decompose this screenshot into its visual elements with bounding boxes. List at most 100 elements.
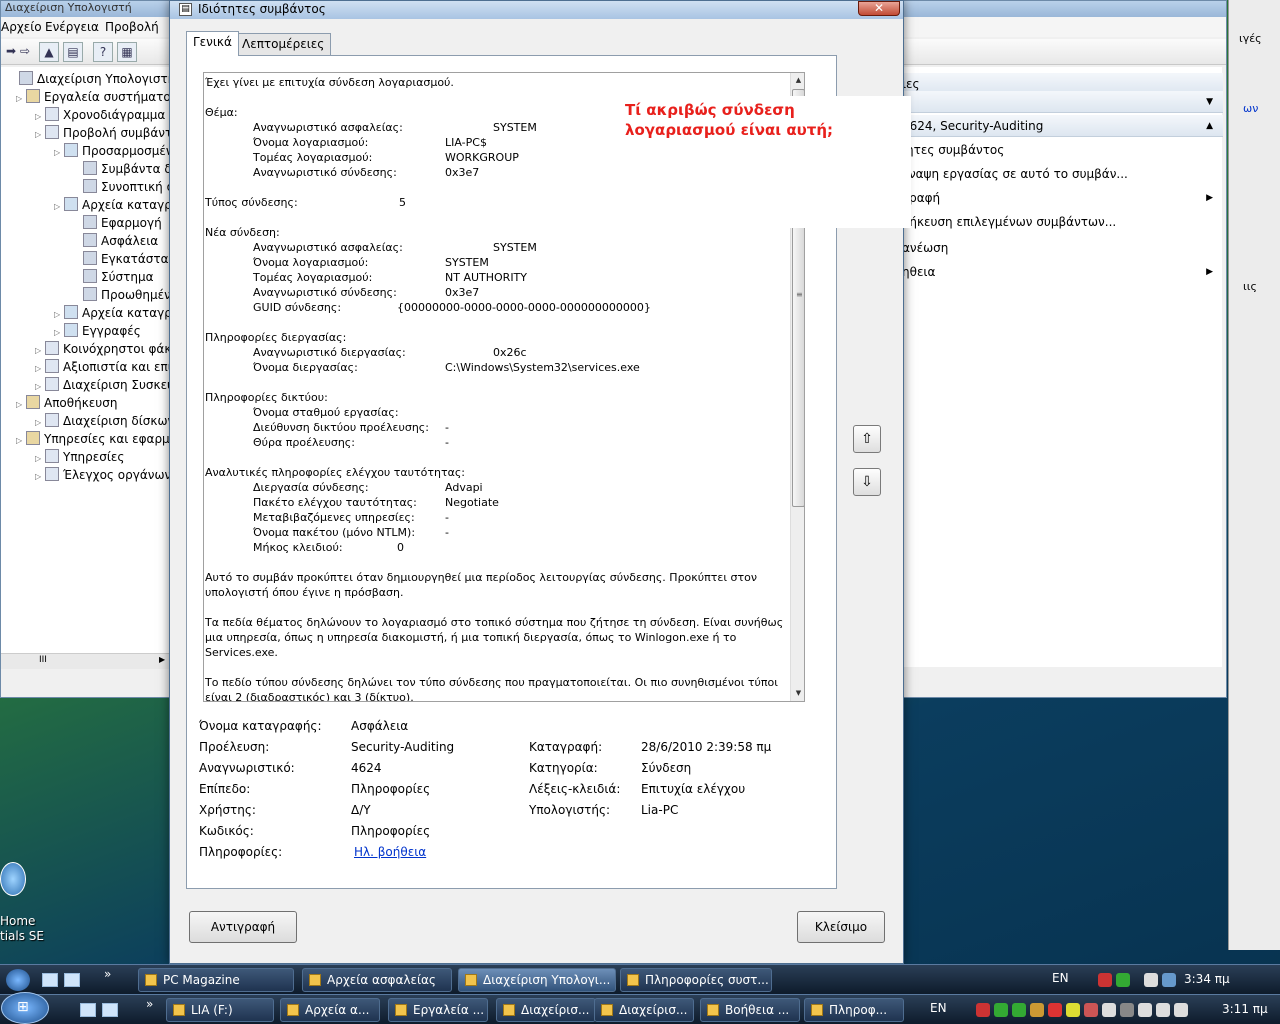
- tree-item[interactable]: ▷Κοινόχρηστοι φάκελοι: [35, 340, 169, 358]
- update-tray-icon[interactable]: [1066, 1003, 1080, 1017]
- properties-icon[interactable]: ▦: [117, 42, 137, 62]
- tree-item[interactable]: Εγκατάσταση: [73, 250, 169, 268]
- network-tray-icon[interactable]: [994, 1003, 1008, 1017]
- expand-toggle-icon[interactable]: ▷: [16, 90, 26, 108]
- previous-event-button[interactable]: ⇧: [853, 425, 881, 453]
- start-orb-icon[interactable]: [6, 969, 30, 991]
- taskbar-button[interactable]: Διαχείρισ...: [594, 998, 694, 1022]
- usb-tray-icon[interactable]: [1138, 1003, 1152, 1017]
- tree-item[interactable]: ▷ Εγγραφές: [54, 322, 141, 340]
- tree-item[interactable]: Σύστημα: [73, 268, 154, 286]
- show-desktop-icon[interactable]: [80, 1003, 96, 1017]
- scroll-down-icon[interactable]: ▼: [791, 686, 804, 700]
- shield-tray-icon[interactable]: [1030, 1003, 1044, 1017]
- bluetooth-tray-icon[interactable]: [1120, 1003, 1134, 1017]
- expand-toggle-icon[interactable]: ▷: [35, 126, 45, 144]
- security-tray-icon[interactable]: [976, 1003, 990, 1017]
- action-item[interactable]: ύναψη εργασίας σε αυτό το συμβάν...: [900, 163, 1223, 185]
- action-item[interactable]: ηθεια ▶: [900, 261, 1223, 283]
- tree-item[interactable]: ▷Αξιοπιστία και επιδόσε: [35, 358, 169, 376]
- action-item[interactable]: ιητες συμβάντος: [900, 139, 1223, 161]
- tree-item[interactable]: Ασφάλεια: [73, 232, 158, 250]
- next-event-button[interactable]: ⇩: [853, 468, 881, 496]
- expand-toggle-icon[interactable]: ▷: [35, 468, 45, 486]
- status-tray-icon[interactable]: [1012, 1003, 1026, 1017]
- taskbar-button[interactable]: Εργαλεία ...: [388, 998, 488, 1022]
- antivirus-tray-icon[interactable]: [1048, 1003, 1062, 1017]
- scroll-up-icon[interactable]: ▲: [791, 73, 804, 87]
- switch-windows-icon[interactable]: [102, 1003, 118, 1017]
- action-item[interactable]: 4624, Security-Auditing ▲: [900, 115, 1223, 137]
- action-item[interactable]: γραφή ▶: [900, 187, 1223, 209]
- tree-item[interactable]: ▷ Αποθήκευση: [16, 394, 117, 412]
- tree-item[interactable]: Προωθημένα σ: [73, 286, 169, 304]
- console-tree[interactable]: Διαχείριση Υπολογιστή (τοπικ ▷ Εργαλεία συ…: [1, 67, 170, 667]
- volume-tray-icon[interactable]: [1144, 973, 1158, 987]
- taskbar-button[interactable]: Πληροφ...: [804, 998, 904, 1022]
- taskbar-button[interactable]: Πληροφορίες συστ...: [620, 968, 772, 992]
- start-button[interactable]: ⊞: [1, 992, 49, 1024]
- clock[interactable]: 3:34 πμ: [1184, 972, 1230, 986]
- menu-view[interactable]: Προβολή: [105, 20, 159, 34]
- show-tree-icon[interactable]: ▤: [63, 42, 83, 62]
- action-item[interactable]: α▼: [900, 91, 1223, 113]
- alert-tray-icon[interactable]: [1084, 1003, 1098, 1017]
- help-icon[interactable]: ?: [93, 42, 113, 62]
- action-item[interactable]: θήκευση επιλεγμένων συμβάντων...: [900, 211, 1223, 233]
- tree-item[interactable]: ▷ Προβολή συμβάντων: [35, 124, 169, 144]
- tab-details[interactable]: Λεπτομέρειες: [235, 33, 332, 55]
- tree-item[interactable]: Εφαρμογή: [73, 214, 162, 232]
- expand-toggle-icon[interactable]: ▷: [16, 432, 26, 450]
- close-button[interactable]: Κλείσιμο: [797, 911, 885, 943]
- menu-file[interactable]: Αρχείο: [1, 20, 42, 34]
- power-tray-icon[interactable]: [1162, 973, 1176, 987]
- security-tray-icon[interactable]: [1098, 973, 1112, 987]
- volume-tray-icon[interactable]: [1174, 1003, 1188, 1017]
- tree-item[interactable]: ▷ Προσαρμοσμένες π: [54, 142, 169, 162]
- taskbar-button[interactable]: Διαχείριση Υπολογι...: [458, 968, 616, 992]
- up-folder-icon[interactable]: ▲: [39, 42, 59, 62]
- taskbar-button[interactable]: Διαχείρισ...: [496, 998, 596, 1022]
- network-tray-icon[interactable]: [1116, 973, 1130, 987]
- dialog-titlebar[interactable]: ▤ Ιδιότητες συμβάντος: [170, 1, 903, 19]
- copy-button[interactable]: Αντιγραφή: [189, 911, 297, 943]
- expand-toggle-icon[interactable]: ▷: [54, 198, 64, 216]
- online-help-link[interactable]: Ηλ. βοήθεια: [354, 845, 426, 859]
- taskbar-button[interactable]: PC Magazine: [138, 968, 294, 992]
- quicklaunch-overflow-icon[interactable]: »: [104, 967, 111, 981]
- tree-item[interactable]: ▷Αρχεία καταγραφή: [54, 196, 169, 216]
- tree-item[interactable]: ▷ Εργαλεία συστήματος: [16, 88, 169, 108]
- forward-icon[interactable]: ⇨: [15, 42, 35, 62]
- switch-windows-icon[interactable]: [64, 973, 80, 987]
- tree-item[interactable]: Συνοπτική σελίδ: [73, 178, 169, 196]
- tree-item[interactable]: ▷ Διαχείριση δίσκων: [35, 412, 169, 430]
- show-desktop-icon[interactable]: [42, 973, 58, 987]
- tree-item[interactable]: ▷ Έλεγχος οργάνων διαχ: [35, 466, 169, 486]
- device-tray-icon[interactable]: [1102, 1003, 1116, 1017]
- quicklaunch-overflow-icon[interactable]: »: [146, 997, 153, 1011]
- taskbar-button[interactable]: LIA (F:): [166, 998, 274, 1022]
- taskbar-button[interactable]: Αρχεία α...: [280, 998, 380, 1022]
- tree-item[interactable]: ▷Χρονοδιάγραμμα εργα: [35, 106, 169, 124]
- taskbar-button[interactable]: Αρχεία ασφαλείας: [302, 968, 452, 992]
- language-indicator[interactable]: EN: [1052, 971, 1069, 985]
- menu-action[interactable]: Ενέργεια: [45, 20, 99, 34]
- desktop-icon[interactable]: Home tials SE: [0, 858, 60, 948]
- expand-toggle-icon[interactable]: ▷: [54, 144, 64, 162]
- monitor-tray-icon[interactable]: [1156, 1003, 1170, 1017]
- tree-item[interactable]: ▷ Υπηρεσίες και εφαρμογές: [16, 430, 169, 450]
- expand-toggle-icon[interactable]: ▷: [16, 396, 26, 414]
- tab-general[interactable]: Γενικά: [186, 31, 239, 56]
- tree-item[interactable]: ▷ Υπηρεσίες: [35, 448, 124, 466]
- language-indicator[interactable]: EN: [930, 1001, 947, 1015]
- tree-item[interactable]: ▷Διαχείριση Συσκευών: [35, 376, 169, 394]
- action-item[interactable]: ανέωση: [900, 237, 1223, 259]
- taskbar-button[interactable]: Βοήθεια ...: [700, 998, 800, 1022]
- clock[interactable]: 3:11 πμ: [1222, 1002, 1268, 1016]
- tree-item[interactable]: Συμβάντα διαχε: [73, 160, 169, 178]
- close-icon[interactable]: ✕: [858, 1, 900, 16]
- tree-horizontal-scrollbar[interactable]: III ▶: [1, 653, 170, 669]
- tree-item[interactable]: Διαχείριση Υπολογιστή (τοπικ: [9, 70, 169, 88]
- tree-item[interactable]: ▷Αρχεία καταγραφή: [54, 304, 169, 322]
- scroll-right-icon[interactable]: ▶: [159, 655, 165, 664]
